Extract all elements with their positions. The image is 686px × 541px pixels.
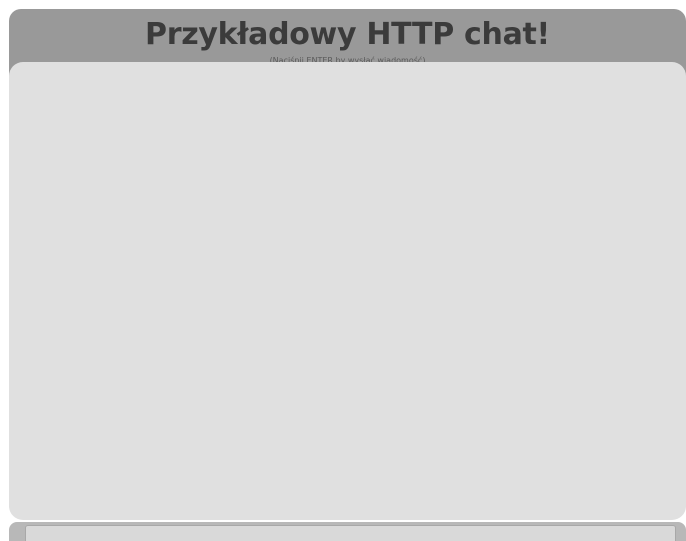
message-input[interactable] <box>25 525 676 541</box>
messages-area[interactable] <box>9 62 686 520</box>
page-title: Przykładowy HTTP chat! <box>145 17 550 52</box>
chat-app: Przykładowy HTTP chat! (Naciśnij ENTER b… <box>0 0 686 541</box>
input-bar <box>9 522 686 541</box>
